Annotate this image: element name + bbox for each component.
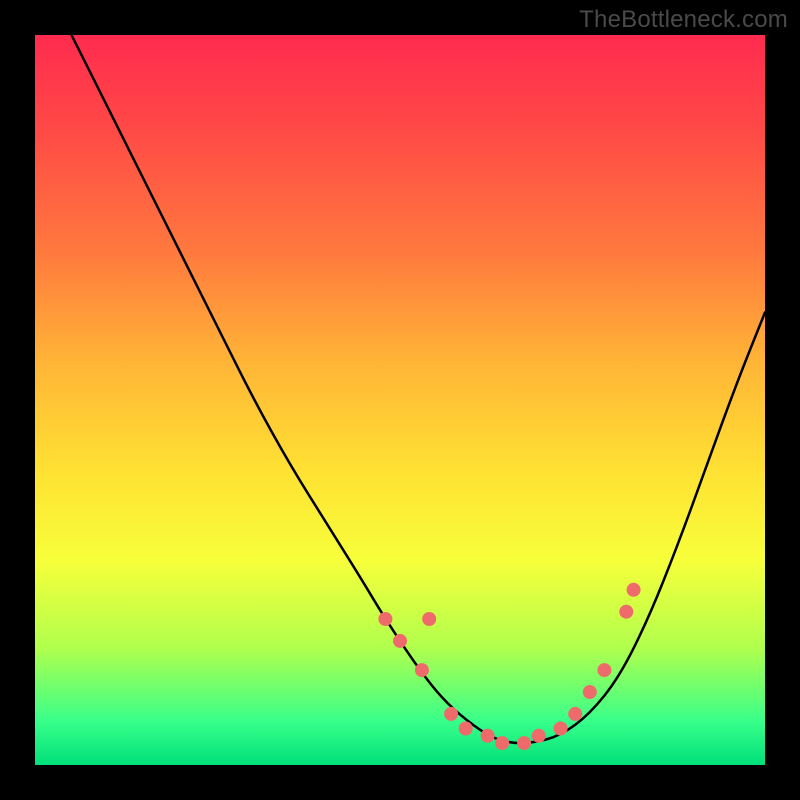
highlight-dot	[415, 663, 429, 677]
highlight-dot	[444, 707, 458, 721]
highlight-dot	[532, 729, 546, 743]
highlight-dot	[378, 612, 392, 626]
highlight-dot	[481, 729, 495, 743]
highlight-dot	[517, 736, 531, 750]
watermark-text: TheBottleneck.com	[579, 6, 788, 34]
highlight-dot	[583, 685, 597, 699]
highlight-dot	[459, 722, 473, 736]
highlight-dot	[495, 736, 509, 750]
plot-area	[35, 35, 765, 765]
bottleneck-curve	[72, 35, 766, 743]
highlight-dot	[422, 612, 436, 626]
highlight-dots	[378, 583, 640, 750]
highlight-dot	[568, 707, 582, 721]
chart-svg	[35, 35, 765, 765]
highlight-dot	[627, 583, 641, 597]
highlight-dot	[554, 722, 568, 736]
highlight-dot	[619, 605, 633, 619]
highlight-dot	[393, 634, 407, 648]
chart-frame: TheBottleneck.com	[0, 0, 800, 800]
highlight-dot	[597, 663, 611, 677]
